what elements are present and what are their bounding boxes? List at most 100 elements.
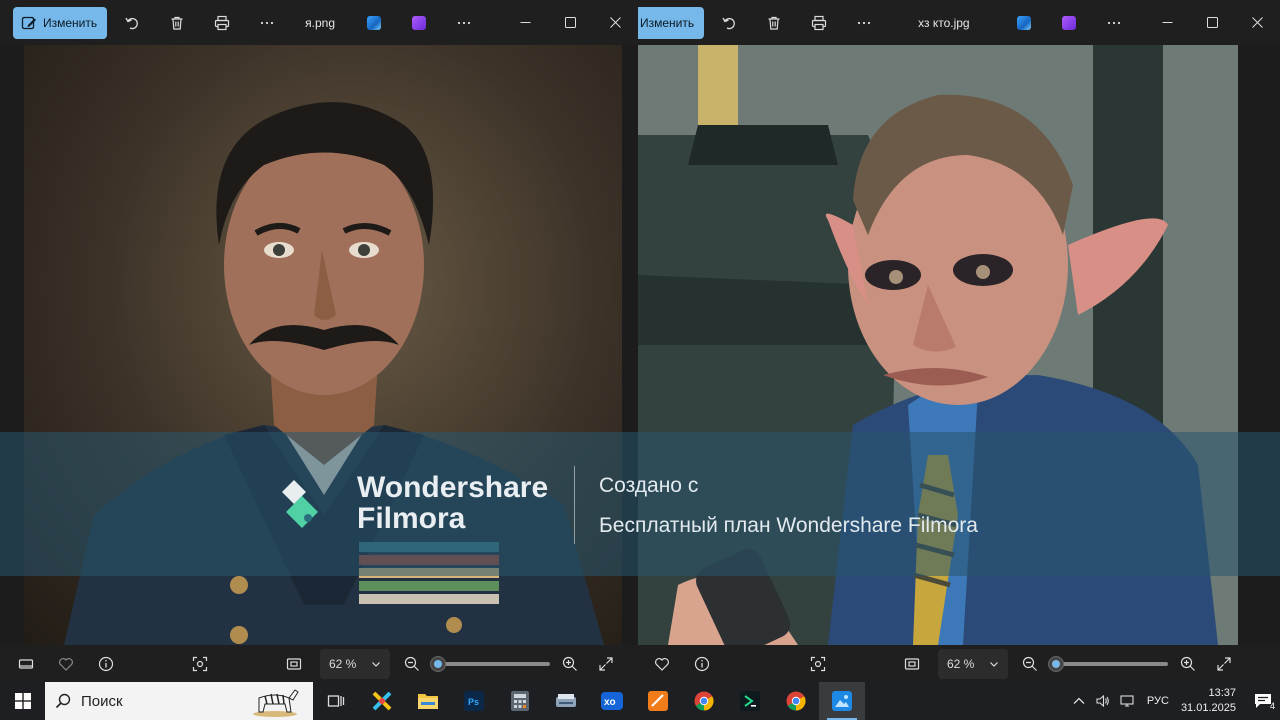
zoom-level-dropdown[interactable]: 62 % [320,648,390,679]
visual-search-button[interactable] [798,645,838,682]
zoom-level-dropdown[interactable]: 62 % [938,648,1008,679]
heart-icon [655,657,669,671]
info-icon [694,656,710,671]
zoom-out-button[interactable] [396,645,428,682]
clipchamp-icon [411,15,426,30]
taskbar-app-pycharm[interactable] [727,682,773,720]
more-apps-button[interactable] [1092,0,1137,45]
taskbar-app-photoshop[interactable]: Ps [451,682,497,720]
photos-app-icon [366,15,381,30]
taskbar-app-colorful-x[interactable] [359,682,405,720]
rotate-button[interactable] [706,0,751,45]
more-options-button[interactable] [841,0,886,45]
svg-text:xo: xo [604,697,616,708]
zoom-in-button[interactable] [1172,645,1204,682]
expand-icon [599,656,613,671]
network-button[interactable] [1115,682,1139,720]
photo-viewer-left: Изменить я.png 62 % [0,0,638,682]
more-options-button[interactable] [244,0,289,45]
window-filename: я.png [305,15,335,30]
heart-icon [59,657,73,671]
taskbar-app-chrome-2[interactable] [773,682,819,720]
scanner-icon [556,694,576,707]
system-tray: РУС 13:37 31.01.2025 4 [1067,682,1280,720]
zoom-out-icon [1022,656,1037,671]
minimize-icon [1162,22,1173,23]
favorite-button[interactable] [642,645,682,682]
photos-app-button[interactable] [351,0,396,45]
maximize-button[interactable] [548,0,593,45]
window-filename: хз кто.jpg [918,15,970,30]
taskbar-app-sketch[interactable] [635,682,681,720]
clipchamp-icon [1062,15,1077,30]
svg-text:Ps: Ps [468,697,479,707]
zoom-out-button[interactable] [1014,645,1046,682]
info-icon [98,656,114,671]
taskbar-app-file-explorer[interactable] [405,682,451,720]
sketchbook-icon [648,691,668,711]
clipchamp-button[interactable] [1047,0,1092,45]
visual-search-button[interactable] [180,645,220,682]
volume-button[interactable] [1091,682,1115,720]
maximize-icon [1207,17,1218,28]
network-icon [1120,695,1134,707]
show-hidden-icons-button[interactable] [1067,682,1091,720]
delete-button[interactable] [154,0,199,45]
trash-icon [768,16,780,30]
watermark-plan-text: Бесплатный план Wondershare Filmora [599,514,978,537]
maximize-button[interactable] [1190,0,1235,45]
expand-icon [1217,656,1231,671]
search-icon [55,693,71,709]
watermark-brand-line2: Filmora [357,502,466,535]
close-button[interactable] [593,0,638,45]
info-button[interactable] [682,645,722,682]
task-view-button[interactable] [313,682,359,720]
taskbar-app-photos[interactable] [819,682,865,720]
notification-center-button[interactable]: 4 [1246,682,1280,720]
info-button[interactable] [86,645,126,682]
print-button[interactable] [796,0,841,45]
input-language-indicator[interactable]: РУС [1139,695,1177,707]
printer-icon [214,15,229,30]
rotate-button[interactable] [109,0,154,45]
zoom-in-icon [562,656,577,671]
zoom-slider[interactable] [1047,655,1168,672]
notification-count-badge: 4 [1269,701,1275,711]
clipchamp-button[interactable] [396,0,441,45]
favorite-button[interactable] [46,645,86,682]
titlebar: Изменить я.png [0,0,638,45]
close-button[interactable] [1235,0,1280,45]
taskbar-app-xo[interactable]: xo [589,682,635,720]
fullscreen-button[interactable] [1204,645,1244,682]
filmora-watermark: Wondershare Filmora Создано с Бесплатный… [0,432,1280,576]
fullscreen-button[interactable] [586,645,626,682]
taskbar-search-box[interactable]: Поиск [45,682,313,720]
minimize-button[interactable] [503,0,548,45]
zoom-slider-thumb[interactable] [429,655,446,672]
photos-app-button[interactable] [1002,0,1047,45]
actual-size-button[interactable] [892,645,932,682]
edit-button[interactable]: Изменить [638,6,705,39]
delete-button[interactable] [751,0,796,45]
taskbar-app-calculator[interactable] [497,682,543,720]
filmstrip-button[interactable] [6,645,46,682]
zoom-slider[interactable] [429,655,550,672]
zoom-slider-thumb[interactable] [1047,655,1064,672]
zoom-in-button[interactable] [554,645,586,682]
minimize-button[interactable] [1145,0,1190,45]
more-apps-button[interactable] [441,0,486,45]
actual-size-button[interactable] [274,645,314,682]
start-button[interactable] [0,682,45,720]
search-placeholder: Поиск [81,692,123,710]
taskbar-app-chrome[interactable] [681,682,727,720]
taskbar-app-scanner[interactable] [543,682,589,720]
chrome-icon [786,691,806,711]
windows-taskbar: Поиск Ps xo РУС 13:37 31.01.2025 4 [0,682,1280,720]
edit-button[interactable]: Изменить [13,6,108,39]
taskbar-clock[interactable]: 13:37 31.01.2025 [1177,686,1246,716]
edit-button-label: Изменить [43,15,98,30]
print-button[interactable] [199,0,244,45]
more-icon [457,21,470,24]
pycharm-icon [740,691,760,711]
scan-icon [192,656,208,671]
